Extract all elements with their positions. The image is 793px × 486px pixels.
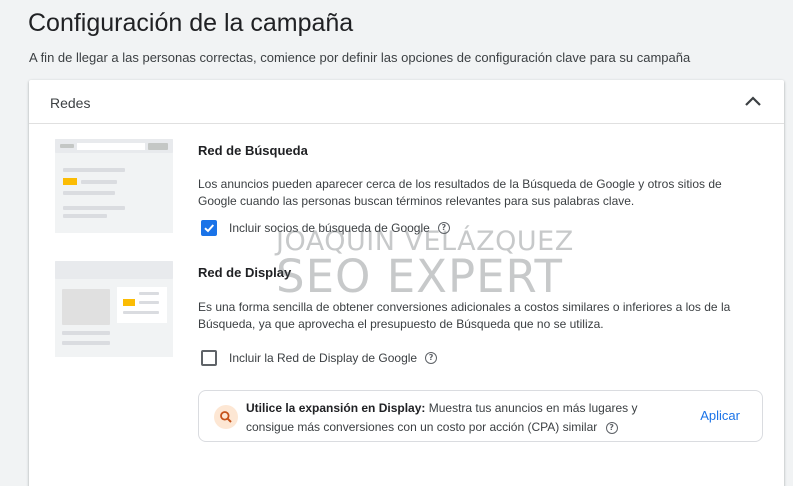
display-network-checkbox[interactable] bbox=[201, 350, 217, 366]
search-icon bbox=[214, 405, 238, 429]
card-title: Redes bbox=[50, 95, 91, 111]
search-network-description: Los anuncios pueden aparecer cerca de lo… bbox=[198, 177, 722, 208]
help-icon[interactable]: ? bbox=[425, 352, 438, 364]
display-network-label: Incluir la Red de Display de Google bbox=[229, 351, 418, 365]
search-network-illustration bbox=[55, 139, 173, 233]
search-network-title: Red de Búsqueda bbox=[198, 143, 308, 158]
chevron-up-icon[interactable] bbox=[742, 91, 764, 113]
help-icon[interactable]: ? bbox=[437, 222, 450, 234]
page: Configuración de la campaña A fin de lle… bbox=[0, 0, 793, 486]
promo-text: Utilice la expansión en Display: Muestra… bbox=[246, 399, 676, 437]
card-header[interactable]: Redes bbox=[29, 80, 784, 124]
display-network-title: Red de Display bbox=[198, 265, 292, 280]
display-network-checkbox-row[interactable]: Incluir la Red de Display de Google ? bbox=[201, 350, 438, 366]
apply-button[interactable]: Aplicar bbox=[700, 408, 740, 423]
promo-bold: Utilice la expansión en Display: bbox=[246, 401, 426, 415]
display-expansion-promo: Utilice la expansión en Display: Muestra… bbox=[198, 390, 763, 442]
help-icon[interactable]: ? bbox=[605, 421, 618, 434]
search-partners-checkbox-row[interactable]: Incluir socios de búsqueda de Google ? bbox=[201, 220, 450, 236]
page-title: Configuración de la campaña bbox=[28, 9, 354, 37]
checkmark-icon bbox=[204, 224, 215, 233]
search-partners-checkbox[interactable] bbox=[201, 220, 217, 236]
display-network-description: Es una forma sencilla de obtener convers… bbox=[198, 300, 731, 331]
page-subtitle: A fin de llegar a las personas correctas… bbox=[29, 50, 691, 65]
search-partners-label: Incluir socios de búsqueda de Google bbox=[229, 221, 430, 235]
display-network-illustration bbox=[55, 261, 173, 357]
